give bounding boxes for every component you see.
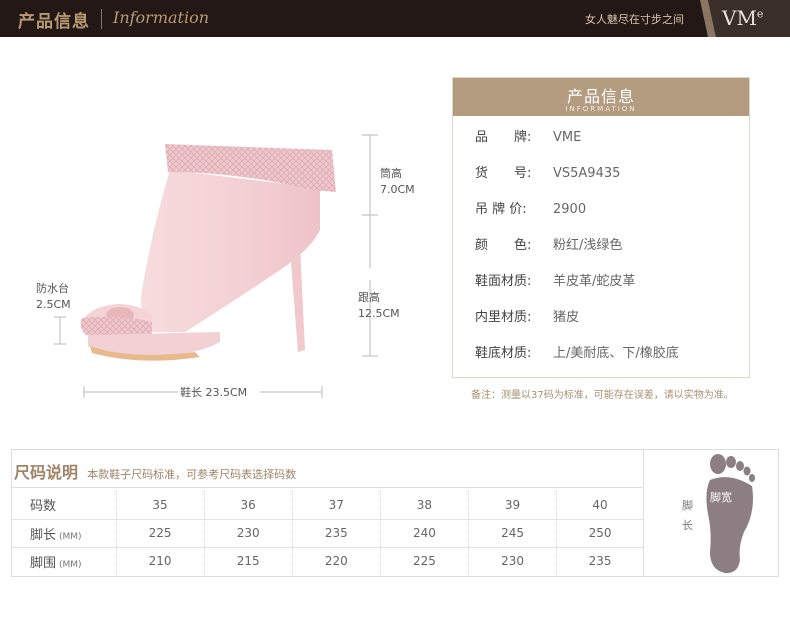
info-row-brand: 品 牌: VME xyxy=(475,130,582,145)
info-row-sole-material: 鞋底材质: 上/美耐底、下/橡胶底 xyxy=(475,346,679,361)
table-row: 脚长 (MM) 225 230 235 240 245 250 xyxy=(12,519,643,548)
logo-area: VMe xyxy=(700,0,790,37)
info-panel-title: 产品信息 xyxy=(566,87,635,106)
foot-width-label: 脚宽 xyxy=(710,491,732,504)
info-panel-header: 产品信息 INFORMATION xyxy=(453,78,749,116)
table-row: 码数 35 36 37 38 39 40 xyxy=(12,491,643,520)
product-info-panel: 产品信息 INFORMATION 品 牌: VME 货 号: VS5A9435 … xyxy=(452,77,750,378)
info-row-sku: 货 号: VS5A9435 xyxy=(475,166,621,181)
info-row-color: 颜 色: 粉红/浅绿色 xyxy=(475,238,623,253)
platform-height-label: 防水台 2.5CM xyxy=(36,282,71,311)
foot-length-label: 脚长 xyxy=(682,499,693,532)
info-row-price: 吊 牌 价: 2900 xyxy=(475,202,587,217)
info-row-lining-material: 内里材质: 猪皮 xyxy=(475,310,580,325)
header-slogan: 女人魅尽在寸步之间 xyxy=(585,13,684,26)
size-table: 码数 35 36 37 38 39 40 脚长 (MM) 225 230 235 … xyxy=(12,491,643,575)
header-subtitle: Information xyxy=(113,8,210,27)
header-divider xyxy=(101,9,102,29)
heel-height-label: 跟高 12.5CM xyxy=(358,291,400,320)
size-chart-title: 尺码说明 xyxy=(14,463,79,482)
shaft-height-label: 筒高 7.0CM xyxy=(380,167,415,196)
size-chart-desc: 本款鞋子尺码标准，可参考尺码表选择码数 xyxy=(87,468,297,481)
header-bar: 产品信息 Information 女人魅尽在寸步之间 VMe xyxy=(0,0,790,37)
info-panel-subtitle: INFORMATION xyxy=(565,105,637,113)
shoe-upper xyxy=(141,170,320,332)
brand-logo: VMe xyxy=(722,6,764,30)
info-row-upper-material: 鞋面材质: 羊皮革/蛇皮革 xyxy=(475,274,636,289)
shoe-length-label: 鞋长 23.5CM xyxy=(180,386,248,399)
info-rows: 品 牌: VME 货 号: VS5A9435 吊 牌 价: 2900 颜 色: … xyxy=(475,130,679,382)
foot-icon xyxy=(706,454,755,574)
size-chart-header: 尺码说明 本款鞋子尺码标准，可参考尺码表选择码数 xyxy=(14,459,296,483)
size-chart-divider xyxy=(12,487,642,488)
header-title: 产品信息 xyxy=(18,12,90,32)
shoe-illustration xyxy=(54,134,378,398)
measurement-note: 备注：测量以37码为标准，可能存在误差，请以实物为准。 xyxy=(471,390,734,401)
table-row: 脚围 (MM) 210 215 220 225 230 235 xyxy=(12,547,643,575)
